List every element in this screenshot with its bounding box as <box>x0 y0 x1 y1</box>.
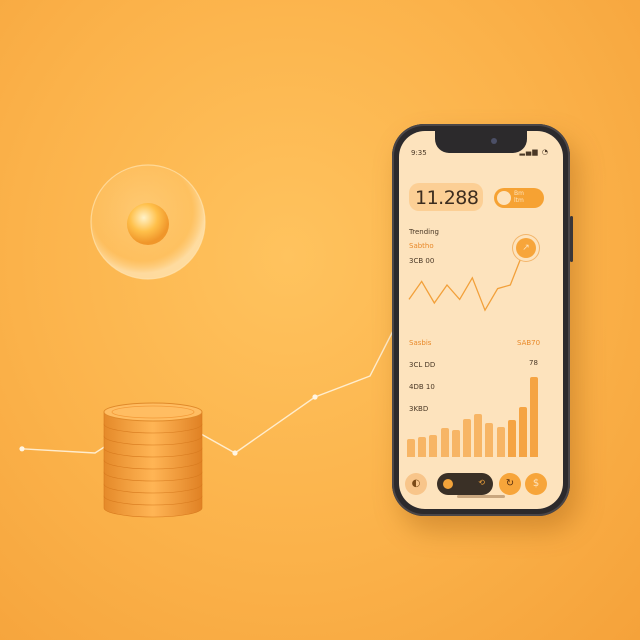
trending-label: Trending <box>409 228 439 236</box>
floor-trend-dot <box>19 446 25 452</box>
toggle-knob-icon <box>497 191 511 205</box>
section-left-label: Sasbis <box>409 339 432 347</box>
section-right-small: 78 <box>529 359 538 367</box>
phone-side-button <box>570 216 573 262</box>
volume-bar <box>507 420 516 457</box>
nav-left-icon[interactable]: ◐ <box>405 473 427 495</box>
floor-trend-line <box>21 326 396 454</box>
phone-notch <box>435 131 527 153</box>
bottom-nav: ◐ ⟲ ↻ $ <box>399 469 563 501</box>
volume-bar <box>451 429 460 457</box>
axis-label-1: 3CL DD <box>409 361 436 369</box>
camera-icon <box>491 138 497 144</box>
volume-bar <box>530 377 539 457</box>
volume-bar <box>407 439 415 457</box>
floor-trend-dot <box>312 394 318 400</box>
volume-bar <box>463 418 471 457</box>
sun-orb-icon <box>127 203 169 245</box>
balance-card[interactable]: 11.288 <box>409 183 483 211</box>
phone-screen: 9:35 ▂▄▆ ◔ 11.288 Bm ltm Trending Sabtho… <box>399 131 563 509</box>
volume-bar <box>474 413 483 457</box>
volume-bar <box>496 426 505 457</box>
volume-bar <box>418 437 427 457</box>
balance-value: 11.288 <box>415 187 479 209</box>
signal-battery-icon: ▂▄▆ ◔ <box>519 148 549 156</box>
toggle-label-1: Bm <box>514 190 524 197</box>
home-indicator <box>457 495 505 498</box>
currency-toggle[interactable]: Bm ltm <box>494 188 544 208</box>
price-line-chart <box>408 252 524 312</box>
trend-up-icon[interactable]: ↗ <box>516 238 536 258</box>
price-line <box>408 252 524 312</box>
nav-center-pill[interactable]: ⟲ <box>437 473 493 495</box>
toggle-label-2: ltm <box>514 197 524 204</box>
volume-bar <box>519 407 527 457</box>
nav-sync-icon[interactable]: ↻ <box>499 473 521 495</box>
refresh-icon: ⟲ <box>478 478 485 487</box>
smartphone: 9:35 ▂▄▆ ◔ 11.288 Bm ltm Trending Sabtho… <box>392 124 573 516</box>
status-time: 9:35 <box>411 149 427 157</box>
section-right-label: SAB70 <box>517 339 541 347</box>
nav-center-dot-icon <box>443 479 453 489</box>
toggle-label: Bm ltm <box>514 190 524 204</box>
volume-bar <box>440 428 449 457</box>
volume-bar <box>429 434 438 457</box>
floor-trend-dot <box>232 450 238 456</box>
glow-bubble <box>90 164 206 280</box>
volume-bar <box>485 423 494 457</box>
nav-dollar-icon[interactable]: $ <box>525 473 547 495</box>
volume-bar-chart <box>407 377 547 457</box>
coin-stack <box>103 402 203 518</box>
